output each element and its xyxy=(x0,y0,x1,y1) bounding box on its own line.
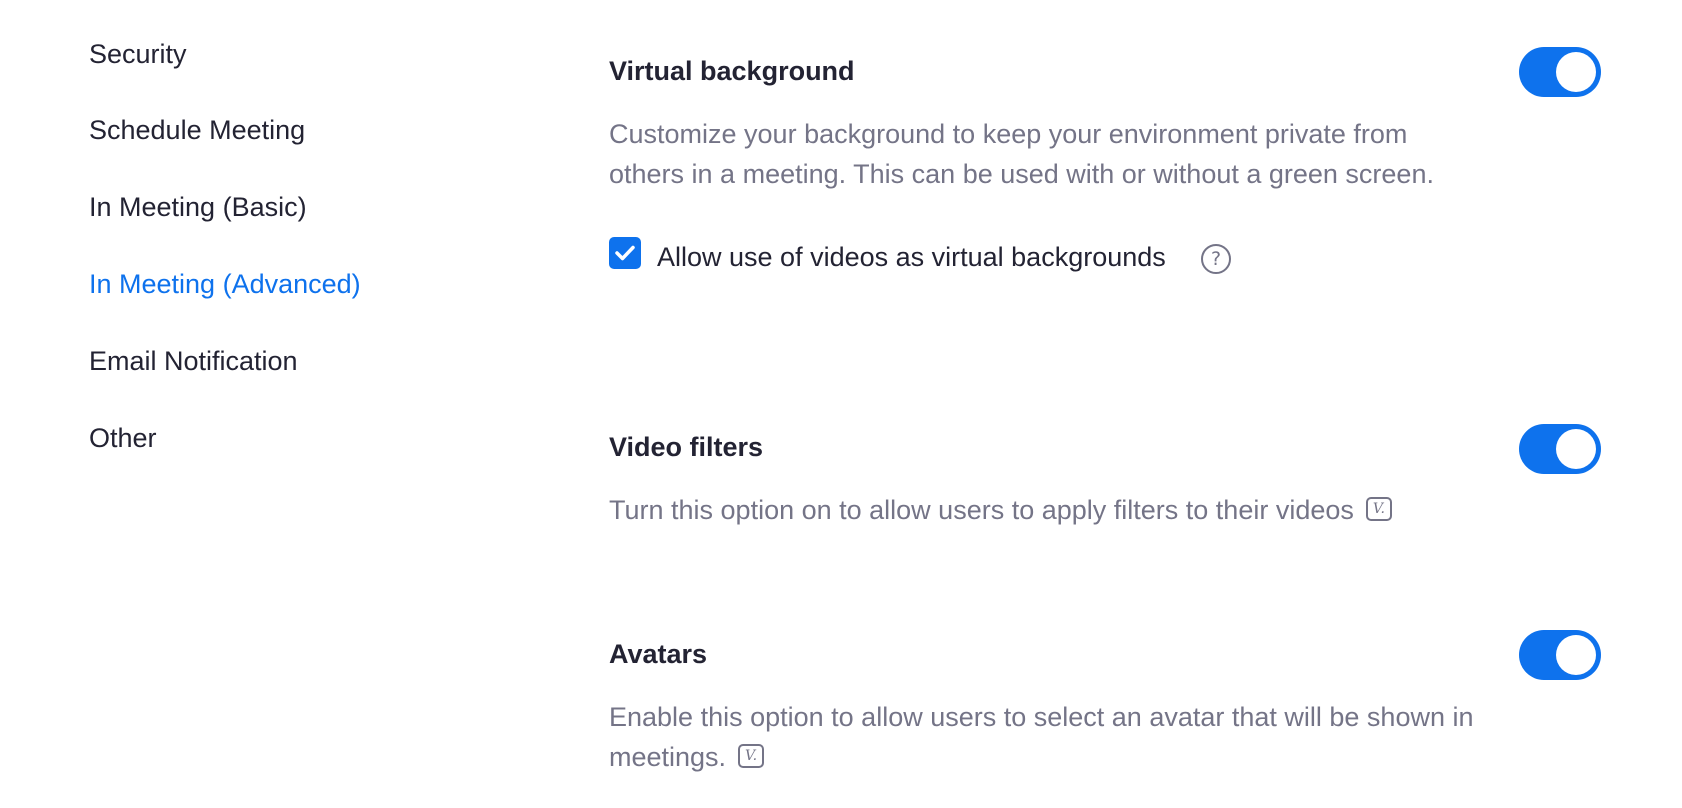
sidebar-item-in-meeting-basic[interactable]: In Meeting (Basic) xyxy=(89,190,307,224)
toggle-knob xyxy=(1556,429,1596,469)
avatars-title: Avatars xyxy=(609,639,708,669)
sidebar-item-other[interactable]: Other xyxy=(89,421,157,455)
version-icon: V. xyxy=(738,743,765,768)
video-filters-description-row: Turn this option on to allow users to ap… xyxy=(609,490,1509,530)
version-icon: V. xyxy=(1365,496,1392,521)
virtual-background-title: Virtual background xyxy=(609,56,855,86)
sidebar-item-security[interactable]: Security xyxy=(89,37,187,71)
virtual-background-description: Customize your background to keep your e… xyxy=(609,119,1434,189)
virtual-background-toggle[interactable] xyxy=(1519,47,1601,97)
avatars-description-row: Enable this option to allow users to sel… xyxy=(609,697,1489,777)
sidebar-item-in-meeting-advanced[interactable]: In Meeting (Advanced) xyxy=(89,267,361,301)
video-filters-description: Turn this option on to allow users to ap… xyxy=(609,495,1354,525)
question-circle-icon[interactable]: ? xyxy=(1201,244,1231,274)
allow-video-backgrounds-label: Allow use of videos as virtual backgroun… xyxy=(657,242,1166,272)
toggle-knob xyxy=(1556,635,1596,675)
sidebar-item-email-notification[interactable]: Email Notification xyxy=(89,344,298,378)
toggle-knob xyxy=(1556,52,1596,92)
video-filters-title: Video filters xyxy=(609,432,764,462)
allow-video-backgrounds-checkbox[interactable] xyxy=(609,237,641,269)
video-filters-toggle[interactable] xyxy=(1519,424,1601,474)
sidebar-item-schedule-meeting[interactable]: Schedule Meeting xyxy=(89,113,305,147)
avatars-toggle[interactable] xyxy=(1519,630,1601,680)
checkmark-icon xyxy=(615,245,635,261)
